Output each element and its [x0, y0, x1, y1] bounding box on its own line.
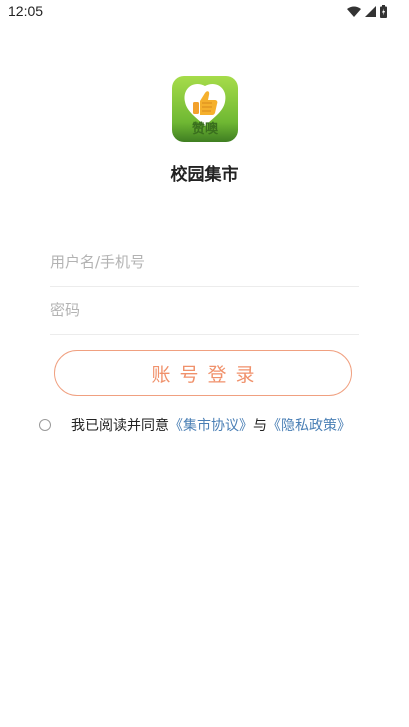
- wifi-icon: [347, 6, 361, 17]
- agreement-row: 我已阅读并同意 《集市协议》 与 《隐私政策》: [39, 414, 351, 436]
- logo-text: 赞噢: [191, 122, 218, 137]
- username-field-container: [50, 238, 359, 287]
- password-input[interactable]: [50, 286, 359, 334]
- status-icons: [347, 5, 387, 18]
- password-field-container: [50, 286, 359, 335]
- battery-icon: [380, 5, 387, 18]
- agreement-prefix: 我已阅读并同意: [71, 418, 169, 434]
- app-logo: 赞噢: [172, 76, 238, 142]
- agreement-conjunction: 与: [253, 418, 267, 434]
- cell-signal-icon: [365, 6, 376, 17]
- status-time: 12:05: [8, 3, 44, 19]
- username-input[interactable]: [50, 238, 359, 286]
- login-button[interactable]: 账号登录: [54, 350, 352, 396]
- app-name: 校园集市: [170, 165, 239, 185]
- status-bar: 12:05: [0, 0, 409, 24]
- privacy-policy-link[interactable]: 《隐私政策》: [267, 415, 351, 435]
- agreement-checkbox[interactable]: [39, 419, 51, 431]
- market-agreement-link[interactable]: 《集市协议》: [169, 415, 253, 435]
